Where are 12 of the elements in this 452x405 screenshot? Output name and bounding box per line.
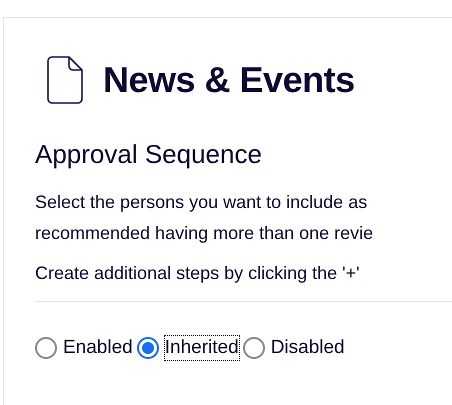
description-line: Select the persons you want to include as (35, 190, 368, 212)
radio-label[interactable]: Enabled (63, 336, 133, 360)
radio-button[interactable] (242, 336, 265, 358)
description-line: recommended having more than one revie (35, 222, 374, 244)
instruction-text: Create additional steps by clicking the '+' (35, 262, 361, 284)
document-icon (47, 56, 83, 104)
section-title: Approval Sequence (35, 138, 263, 170)
radio-button[interactable] (35, 336, 57, 358)
radio-button[interactable] (136, 336, 159, 358)
page-title: News & Events (103, 62, 355, 98)
radio-label[interactable]: Disabled (270, 336, 345, 360)
radio-label[interactable]: Inherited (164, 336, 239, 360)
